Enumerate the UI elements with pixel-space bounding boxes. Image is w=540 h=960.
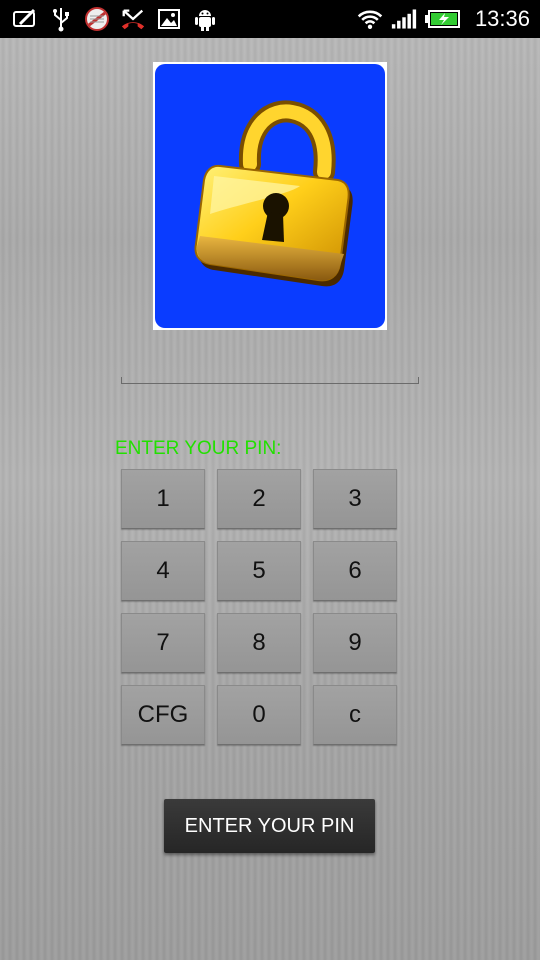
- status-bar: 13:36: [0, 0, 540, 38]
- key-9[interactable]: 9: [313, 613, 397, 673]
- padlock-icon: [180, 94, 360, 299]
- key-3[interactable]: 3: [313, 469, 397, 529]
- lock-image-background: [155, 64, 385, 328]
- system-icons: 13:36: [357, 6, 540, 32]
- key-4[interactable]: 4: [121, 541, 205, 601]
- keypad: 1 2 3 4 5 6 7 8 9 CFG 0 c: [121, 469, 397, 745]
- usb-icon: [48, 6, 74, 32]
- enter-pin-button[interactable]: ENTER YOUR PIN: [164, 799, 375, 853]
- key-6[interactable]: 6: [313, 541, 397, 601]
- android-debug-icon: [192, 6, 218, 32]
- missed-call-icon: [120, 6, 146, 32]
- key-7[interactable]: 7: [121, 613, 205, 673]
- battery-charging-icon: [424, 6, 461, 32]
- key-clear[interactable]: c: [313, 685, 397, 745]
- key-1[interactable]: 1: [121, 469, 205, 529]
- no-sign-icon: [84, 6, 110, 32]
- pin-input[interactable]: [121, 356, 419, 384]
- pin-prompt-label: ENTER YOUR PIN:: [115, 438, 282, 459]
- wifi-icon: [357, 6, 383, 32]
- key-2[interactable]: 2: [217, 469, 301, 529]
- status-clock: 13:36: [474, 6, 530, 31]
- signal-icon: [391, 6, 417, 32]
- image-icon: [156, 6, 182, 32]
- notification-icons: [0, 6, 218, 32]
- key-8[interactable]: 8: [217, 613, 301, 673]
- key-0[interactable]: 0: [217, 685, 301, 745]
- key-cfg[interactable]: CFG: [121, 685, 205, 745]
- screen-edit-icon: [12, 6, 38, 32]
- lock-image: [153, 62, 387, 330]
- key-5[interactable]: 5: [217, 541, 301, 601]
